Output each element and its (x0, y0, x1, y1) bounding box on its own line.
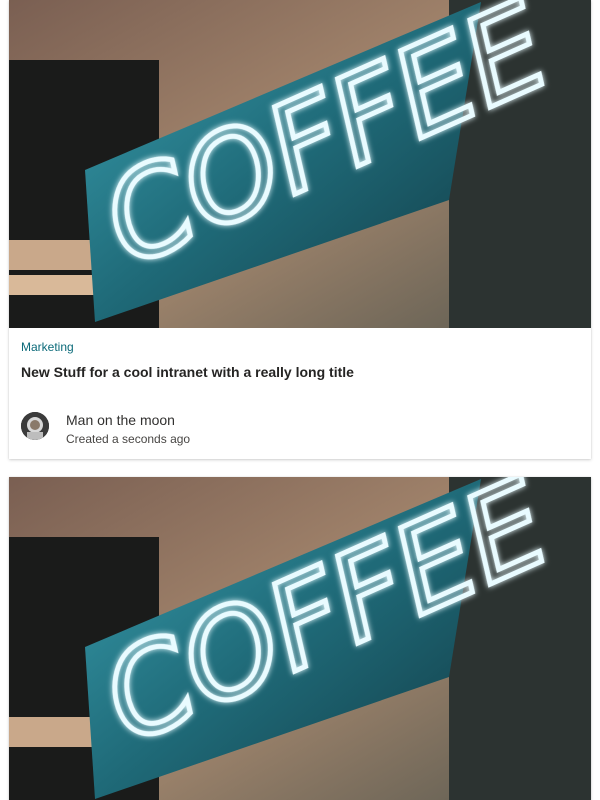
news-feed: COFFEE Marketing New Stuff for a cool in… (0, 0, 600, 800)
card-thumbnail[interactable]: COFFEE (9, 0, 591, 328)
card-title[interactable]: New Stuff for a cool intranet with a rea… (21, 364, 571, 380)
news-card[interactable]: COFFEE (9, 477, 591, 800)
card-thumbnail[interactable]: COFFEE (9, 477, 591, 800)
coffee-neon-image: COFFEE (9, 0, 591, 328)
category-link[interactable]: Marketing (21, 340, 74, 354)
astronaut-avatar-icon[interactable] (21, 412, 49, 440)
news-card[interactable]: COFFEE Marketing New Stuff for a cool in… (9, 0, 591, 459)
author-block: Man on the moon Created a seconds ago (21, 412, 421, 446)
coffee-neon-image: COFFEE (9, 477, 591, 800)
created-time: Created a seconds ago (66, 432, 191, 446)
card-body: Marketing New Stuff for a cool intranet … (9, 328, 591, 459)
author-name[interactable]: Man on the moon (66, 412, 175, 428)
